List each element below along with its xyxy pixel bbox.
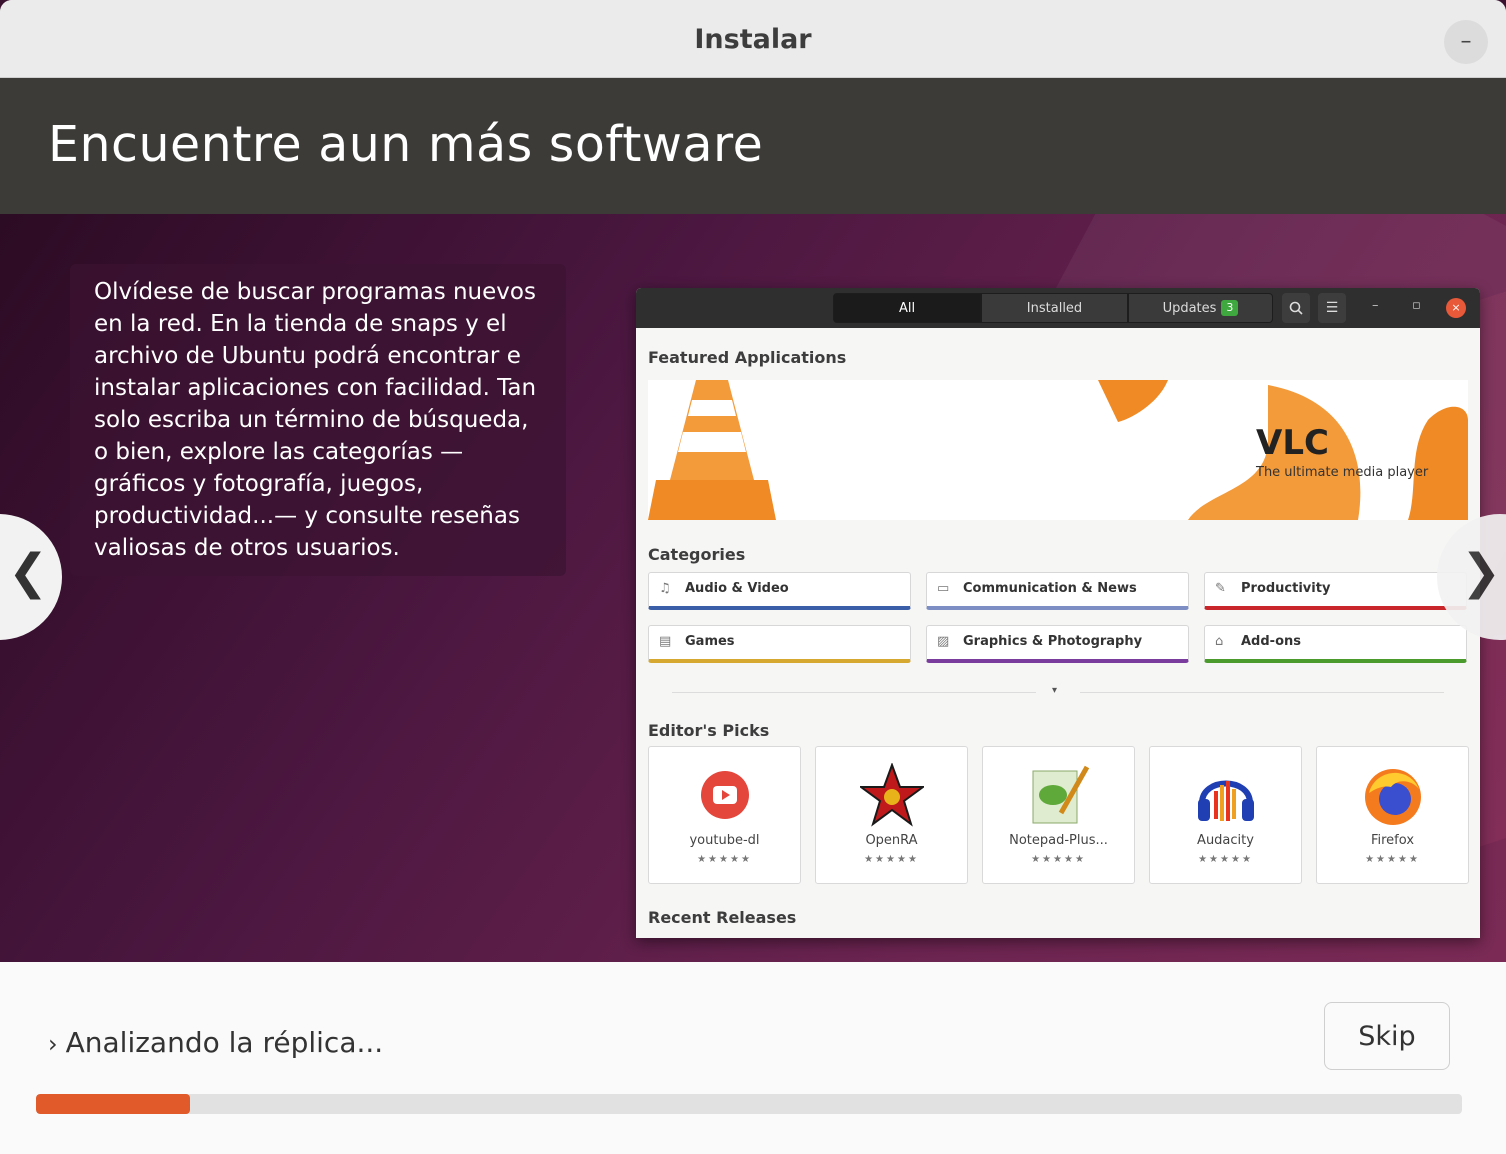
install-footer: › Analizando la réplica... Skip	[0, 962, 1506, 1154]
image-icon: ▨	[937, 634, 950, 649]
categories-title: Categories	[648, 545, 746, 564]
recent-releases-title: Recent Releases	[648, 908, 797, 927]
category-add-ons: ⌂ Add-ons	[1204, 625, 1467, 663]
tab-all: All	[833, 293, 981, 323]
skip-button[interactable]: Skip	[1324, 1002, 1450, 1070]
chevron-right-icon: ❯	[1461, 544, 1502, 600]
sw-minimize-icon: –	[1372, 298, 1379, 313]
category-productivity: ✎ Productivity	[1204, 572, 1467, 610]
firefox-icon	[1364, 769, 1421, 825]
tab-updates: Updates 3	[1128, 293, 1273, 323]
puzzle-icon: ⌂	[1215, 634, 1224, 649]
gamepad-icon: ▤	[659, 634, 672, 649]
category-label: Graphics & Photography	[963, 634, 1143, 649]
minimize-button[interactable]: –	[1444, 20, 1488, 64]
divider	[1080, 692, 1444, 693]
featured-title: Featured Applications	[648, 348, 847, 367]
pick-rating: ★★★★★	[697, 854, 752, 865]
featured-banner: VLC The ultimate media player	[648, 380, 1468, 520]
expand-arrow-icon: ▾	[1052, 685, 1058, 696]
category-label: Productivity	[1241, 581, 1331, 596]
category-communication-news: ▭ Communication & News	[926, 572, 1189, 610]
category-graphics-photography: ▨ Graphics & Photography	[926, 625, 1189, 663]
audacity-icon	[1197, 780, 1254, 821]
pick-rating: ★★★★★	[864, 854, 919, 865]
pick-card: Audacity ★★★★★	[1149, 746, 1302, 884]
pick-card: Firefox ★★★★★	[1316, 746, 1469, 884]
pick-rating: ★★★★★	[1031, 854, 1086, 865]
category-audio-video: ♫ Audio & Video	[648, 572, 911, 610]
minimize-icon: –	[1460, 29, 1472, 54]
pick-card: Notepad-Plus... ★★★★★	[982, 746, 1135, 884]
progress-fill	[36, 1094, 190, 1114]
updates-count-badge: 3	[1221, 300, 1239, 316]
software-header-bar: All Installed Updates 3 ☰ – ▫ ×	[636, 288, 1480, 328]
install-progress-bar	[36, 1094, 1462, 1114]
pick-card: youtube-dl ★★★★★	[648, 746, 801, 884]
slide-description-box: Olvídese de buscar programas nuevos en l…	[70, 264, 566, 576]
openra-icon	[857, 762, 926, 827]
slideshow: Olvídese de buscar programas nuevos en l…	[0, 214, 1506, 962]
banner-tagline: The ultimate media player	[1255, 465, 1429, 480]
installer-window: Instalar – Encuentre aun más software Ol…	[0, 0, 1506, 1154]
edit-icon: ✎	[1215, 581, 1226, 596]
slide-title: Encuentre aun más software	[48, 116, 764, 173]
previous-slide-button[interactable]: ❮	[0, 514, 62, 640]
category-label: Audio & Video	[685, 581, 789, 596]
editors-picks-title: Editor's Picks	[648, 721, 770, 740]
pick-rating: ★★★★★	[1365, 854, 1420, 865]
notepad-plus-icon	[1032, 765, 1089, 824]
pick-name: youtube-dl	[689, 833, 760, 848]
chat-icon: ▭	[937, 581, 950, 596]
pick-card: OpenRA ★★★★★	[815, 746, 968, 884]
category-label: Games	[685, 634, 735, 649]
window-title: Instalar	[694, 24, 812, 55]
youtube-dl-icon	[700, 771, 749, 819]
vlc-banner-art: VLC The ultimate media player	[648, 380, 1468, 520]
banner-vlc-name: VLC	[1256, 423, 1329, 463]
pick-name: Notepad-Plus...	[1009, 833, 1108, 848]
chevron-right-icon: ›	[48, 1030, 58, 1058]
pick-rating: ★★★★★	[1198, 854, 1253, 865]
chevron-left-icon: ❮	[8, 544, 49, 600]
status-text: Analizando la réplica...	[65, 1026, 384, 1059]
menu-icon: ☰	[1318, 293, 1346, 323]
software-center-screenshot: All Installed Updates 3 ☰ – ▫ × Featured …	[636, 288, 1480, 938]
tab-installed: Installed	[981, 293, 1128, 323]
category-games: ▤ Games	[648, 625, 911, 663]
pick-name: Audacity	[1197, 833, 1254, 848]
music-note-icon: ♫	[659, 581, 671, 596]
sw-maximize-icon: ▫	[1412, 298, 1421, 313]
divider	[672, 692, 1036, 693]
status-expander[interactable]: › Analizando la réplica...	[48, 1026, 383, 1059]
sw-close-icon: ×	[1446, 298, 1466, 318]
category-label: Add-ons	[1241, 634, 1301, 649]
software-tabs: All Installed Updates 3	[833, 293, 1273, 323]
tab-updates-label: Updates	[1162, 301, 1217, 316]
title-bar: Instalar –	[0, 0, 1506, 78]
pick-name: OpenRA	[865, 833, 918, 848]
search-icon	[1282, 293, 1310, 323]
slide-description: Olvídese de buscar programas nuevos en l…	[94, 279, 537, 561]
category-label: Communication & News	[963, 581, 1137, 596]
pick-name: Firefox	[1370, 833, 1415, 848]
slide-header: Encuentre aun más software	[0, 78, 1506, 214]
